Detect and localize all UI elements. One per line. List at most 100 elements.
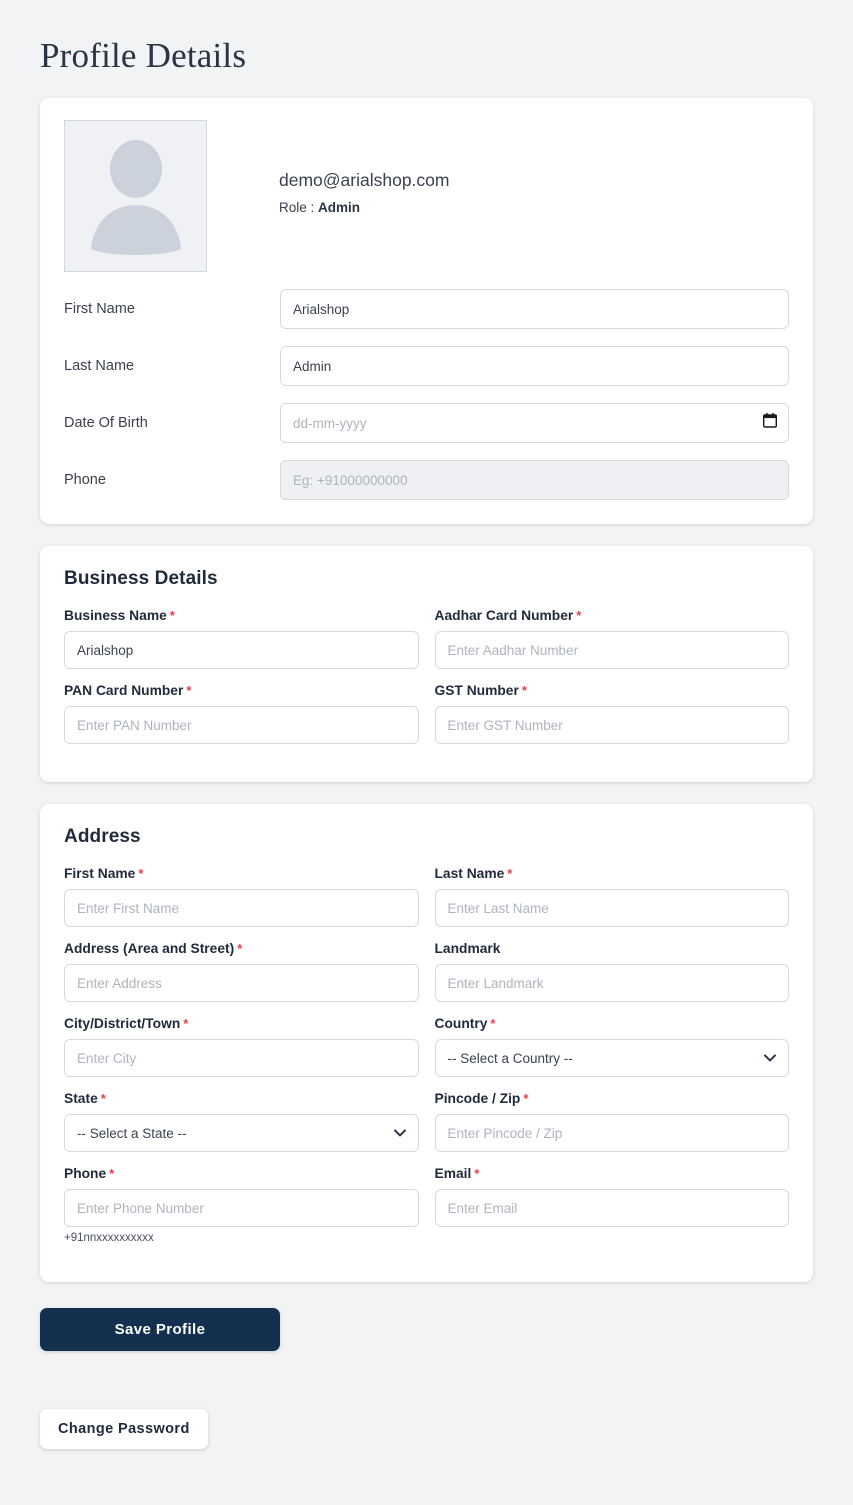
pan-card-number-input[interactable] (64, 706, 419, 744)
field-city: City/District/Town * (64, 1016, 419, 1077)
business-name-input[interactable] (64, 631, 419, 669)
label-text: First Name (64, 866, 136, 881)
page-title: Profile Details (40, 36, 247, 75)
field-country: Country * -- Select a Country -- (434, 1016, 790, 1077)
profile-row-last-name: Last Name (64, 346, 789, 386)
label-text: GST Number (434, 683, 519, 698)
profile-role-value: Admin (318, 200, 361, 215)
label-text: Last Name (434, 866, 505, 881)
label-address-phone: Phone * (64, 1166, 419, 1181)
field-address-email: Email * (434, 1166, 790, 1244)
label-address-first-name: First Name * (64, 866, 419, 881)
gst-number-input[interactable] (434, 706, 789, 744)
field-address-first-name: First Name * (64, 866, 419, 927)
label-country: Country * (435, 1016, 790, 1031)
aadhar-card-number-input[interactable] (434, 631, 789, 669)
address-phone-input[interactable] (64, 1189, 419, 1227)
profile-email: demo@arialshop.com (279, 170, 450, 190)
country-select[interactable]: -- Select a Country -- (434, 1039, 789, 1077)
field-pan-card-number: PAN Card Number * (64, 683, 419, 744)
label-address-last-name: Last Name * (435, 866, 790, 881)
required-asterisk: * (138, 866, 144, 881)
required-asterisk: * (100, 1091, 106, 1106)
required-asterisk: * (169, 608, 175, 623)
address-street-input[interactable] (64, 964, 419, 1002)
label-text: City/District/Town (64, 1016, 181, 1031)
label-text: Phone (64, 1166, 107, 1181)
change-password-bar: Change Password (40, 1351, 813, 1489)
label-landmark: Landmark (435, 941, 790, 956)
field-gst-number: GST Number * (434, 683, 790, 744)
phone-format-hint: +91nnxxxxxxxxxx (64, 1232, 154, 1244)
profile-row-phone: Phone (64, 460, 789, 500)
label-city: City/District/Town * (64, 1016, 419, 1031)
profile-phone-input (280, 460, 789, 500)
label-address-email: Email * (435, 1166, 790, 1181)
label-text: State (64, 1091, 98, 1106)
required-asterisk: * (490, 1016, 496, 1031)
avatar[interactable] (64, 120, 207, 272)
required-asterisk: * (237, 941, 243, 956)
business-details-title: Business Details (64, 568, 218, 589)
label-gst-number: GST Number * (435, 683, 790, 698)
required-asterisk: * (183, 1016, 189, 1031)
label-business-name: Business Name * (64, 608, 419, 623)
field-address-last-name: Last Name * (434, 866, 790, 927)
address-last-name-input[interactable] (434, 889, 789, 927)
business-details-card: Business Details Business Name* Aadhar C… (40, 546, 813, 782)
save-profile-bar: Save Profile (40, 1304, 813, 1351)
user-placeholder-icon (90, 140, 181, 255)
profile-page: Profile Details demo@arialshop.com Role … (0, 0, 853, 1505)
save-profile-button[interactable]: Save Profile (40, 1308, 280, 1351)
address-title: Address (64, 826, 141, 847)
address-first-name-input[interactable] (64, 889, 419, 927)
city-input[interactable] (64, 1039, 419, 1077)
address-email-input[interactable] (434, 1189, 789, 1227)
label-text: Landmark (434, 941, 501, 956)
business-details-grid: Business Name* Aadhar Card Number* PAN C… (64, 608, 789, 758)
profile-last-name-input[interactable] (280, 346, 789, 386)
required-asterisk: * (521, 683, 527, 698)
field-address-phone: Phone* +91nnxxxxxxxxxx (64, 1166, 419, 1244)
label-pan-card-number: PAN Card Number * (64, 683, 419, 698)
address-grid: First Name* Last Name* Address (Area and… (64, 866, 789, 1258)
label-pincode: Pincode / Zip * (435, 1091, 790, 1106)
label-text: Email (434, 1166, 472, 1181)
required-asterisk: * (507, 866, 513, 881)
profile-label-phone: Phone (64, 472, 106, 488)
profile-label-last-name: Last Name (64, 358, 135, 374)
field-state: State * -- Select a State -- (64, 1091, 419, 1152)
label-text: Business Name (64, 608, 167, 623)
field-landmark: Landmark (434, 941, 790, 1002)
profile-label-first-name: First Name (64, 301, 135, 317)
profile-card: demo@arialshop.com Role : Admin First Na… (40, 98, 813, 524)
field-address-street: Address (Area and Street) * (64, 941, 419, 1002)
profile-dob-input[interactable] (280, 403, 789, 443)
profile-row-dob: Date Of Birth (64, 403, 789, 443)
required-asterisk: * (109, 1166, 115, 1181)
profile-first-name-input[interactable] (280, 289, 789, 329)
address-card: Address First Name* Last Name* Address (… (40, 804, 813, 1282)
label-aadhar-card-number: Aadhar Card Number * (435, 608, 790, 623)
required-asterisk: * (474, 1166, 480, 1181)
landmark-input[interactable] (434, 964, 789, 1002)
pincode-input[interactable] (434, 1114, 789, 1152)
label-address-street: Address (Area and Street) * (64, 941, 419, 956)
required-asterisk: * (186, 683, 192, 698)
profile-role: Role : Admin (279, 200, 449, 215)
profile-role-label: Role : (279, 200, 315, 215)
profile-label-dob: Date Of Birth (64, 415, 148, 431)
required-asterisk: * (523, 1091, 529, 1106)
label-text: PAN Card Number (64, 683, 184, 698)
label-text: Pincode / Zip (434, 1091, 521, 1106)
profile-header: demo@arialshop.com Role : Admin (64, 120, 789, 272)
change-password-button[interactable]: Change Password (40, 1409, 208, 1449)
profile-identity: demo@arialshop.com Role : Admin (207, 120, 449, 215)
state-select[interactable]: -- Select a State -- (64, 1114, 419, 1152)
profile-row-first-name: First Name (64, 289, 789, 329)
label-text: Address (Area and Street) (64, 941, 235, 956)
field-business-name: Business Name * (64, 608, 419, 669)
label-text: Aadhar Card Number (434, 608, 574, 623)
label-text: Country (434, 1016, 488, 1031)
required-asterisk: * (576, 608, 582, 623)
